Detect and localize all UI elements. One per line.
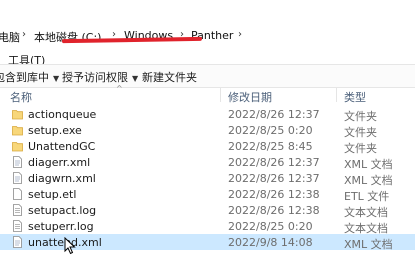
file-name: setuperr.log xyxy=(28,220,94,233)
file-modified-date: 2022/8/26 12:37 xyxy=(228,108,320,121)
include-in-library-button[interactable]: 包含到库中▼ xyxy=(0,69,59,85)
share-with-button[interactable]: 授予访问权限 ▼ xyxy=(62,69,138,85)
file-name: UnattendGC xyxy=(28,140,96,153)
breadcrumb-separator-icon: › xyxy=(238,29,242,40)
file-name: actionqueue xyxy=(28,108,97,121)
xml-file-icon xyxy=(12,172,23,184)
folder-icon xyxy=(12,124,23,136)
file-row[interactable]: UnattendGC 2022/8/25 8:45 文件夹 xyxy=(0,138,415,155)
xml-file-icon xyxy=(12,236,23,248)
text-file-icon xyxy=(12,220,23,232)
file-modified-date: 2022/8/26 12:37 xyxy=(228,172,320,185)
mouse-cursor-icon xyxy=(64,237,76,255)
column-header-name[interactable]: 名称 xyxy=(10,89,32,105)
sort-ascending-icon: ^ xyxy=(116,84,123,93)
chevron-down-icon: ▼ xyxy=(132,74,139,83)
file-modified-date: 2022/8/25 0:20 xyxy=(228,124,313,137)
folder-icon xyxy=(12,108,23,120)
column-divider[interactable] xyxy=(336,88,337,102)
file-row[interactable]: diagerr.xml 2022/8/26 12:37 XML 文档 xyxy=(0,154,415,171)
column-header-type[interactable]: 类型 xyxy=(344,89,366,105)
file-modified-date: 2022/9/8 14:08 xyxy=(228,236,313,249)
file-modified-date: 2022/8/26 12:38 xyxy=(228,204,320,217)
file-row[interactable]: actionqueue 2022/8/26 12:37 文件夹 xyxy=(0,106,415,123)
breadcrumb-separator-icon: › xyxy=(22,29,26,40)
file-name: setup.exe xyxy=(28,124,82,137)
file-row[interactable]: setup.exe 2022/8/25 0:20 文件夹 xyxy=(0,122,415,139)
breadcrumb-computer[interactable]: 电脑 xyxy=(0,29,20,45)
file-type: XML 文档 xyxy=(344,238,393,251)
file-icon xyxy=(12,188,23,200)
file-modified-date: 2022/8/26 12:38 xyxy=(228,188,320,201)
file-row[interactable]: unattend.xml2022/9/8 14:08XML 文档 xyxy=(0,234,415,251)
file-name: setupact.log xyxy=(28,204,97,217)
column-divider[interactable] xyxy=(220,88,221,102)
new-folder-button[interactable]: 新建文件夹 xyxy=(142,69,197,85)
file-modified-date: 2022/8/25 0:20 xyxy=(228,220,313,233)
file-row[interactable]: setupact.log 2022/8/26 12:38 文本文档 xyxy=(0,202,415,219)
folder-icon xyxy=(12,140,23,152)
file-modified-date: 2022/8/26 12:37 xyxy=(228,156,320,169)
file-name: setup.etl xyxy=(28,188,77,201)
file-row[interactable]: setup.etl 2022/8/26 12:38 ETL 文件 xyxy=(0,186,415,203)
text-file-icon xyxy=(12,204,23,216)
menu-bar xyxy=(0,48,415,64)
chevron-down-icon: ▼ xyxy=(53,74,60,83)
file-row[interactable]: setuperr.log 2022/8/25 0:20 文本文档 xyxy=(0,218,415,235)
xml-file-icon xyxy=(12,156,23,168)
file-name: diagerr.xml xyxy=(28,156,91,169)
column-header-date[interactable]: 修改日期 xyxy=(228,89,272,105)
file-name: diagwrn.xml xyxy=(28,172,96,185)
file-row[interactable]: diagwrn.xml 2022/8/26 12:37 XML 文档 xyxy=(0,170,415,187)
file-modified-date: 2022/8/25 8:45 xyxy=(228,140,313,153)
